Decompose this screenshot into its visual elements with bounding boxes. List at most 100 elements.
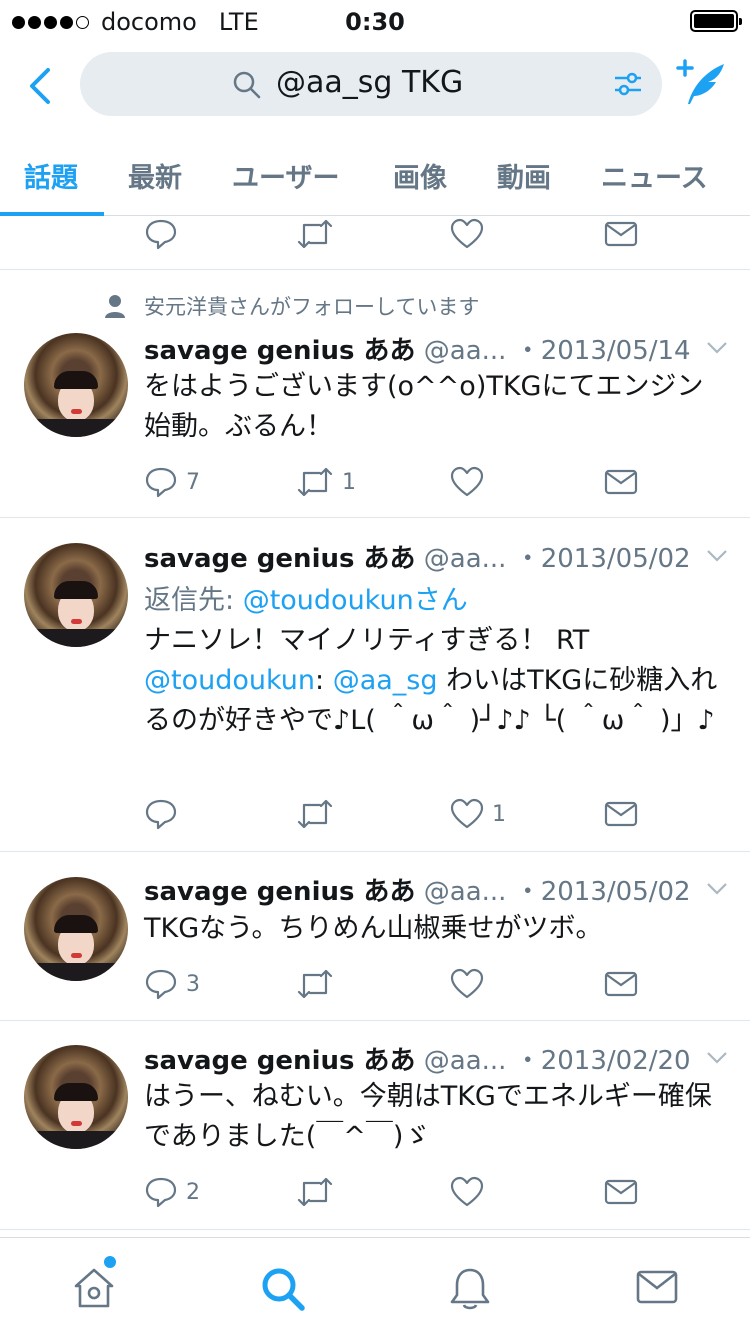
envelope-icon <box>604 1179 638 1205</box>
tab-messages[interactable] <box>636 1266 678 1312</box>
dm-button[interactable] <box>604 1175 638 1209</box>
dm-button[interactable] <box>604 967 638 1001</box>
reply-label: 返信先: <box>144 585 243 616</box>
display-name[interactable]: savage genius ああ <box>144 544 416 574</box>
avatar[interactable] <box>24 877 128 981</box>
tab-news[interactable]: ニュース <box>601 156 708 195</box>
reply-context: 返信先: @toudoukunさん <box>144 581 719 621</box>
envelope-icon <box>604 801 638 827</box>
mention-link[interactable]: @aa_sg <box>333 665 438 696</box>
heart-icon <box>450 1176 484 1207</box>
chevron-down-icon[interactable] <box>706 341 728 355</box>
display-name[interactable]: savage genius ああ <box>144 877 416 907</box>
screen-name: @aa... <box>423 544 507 574</box>
tab-latest[interactable]: 最新 <box>128 156 182 195</box>
battery-icon <box>690 10 742 32</box>
reply-icon <box>145 467 177 498</box>
avatar[interactable] <box>24 333 128 437</box>
filter-icon[interactable] <box>612 68 644 100</box>
like-count: 1 <box>492 801 506 827</box>
like-button[interactable] <box>450 217 484 251</box>
tweet-text-part: ナニソレ！マイノリティすぎる！ RT <box>144 625 590 656</box>
tweet-actions: 2 <box>144 1175 644 1215</box>
tab-home[interactable] <box>72 1266 116 1314</box>
social-context-text: 安元洋貴さんがフォローしています <box>144 295 480 319</box>
back-button[interactable] <box>22 62 62 110</box>
reply-button[interactable]: 2 <box>144 1175 200 1209</box>
display-name[interactable]: savage genius ああ <box>144 336 416 366</box>
search-tabs: 話題 最新 ユーザー 画像 動画 ニュース <box>0 140 750 216</box>
status-bar: docomo LTE 0:30 <box>0 0 750 40</box>
divider <box>0 517 750 518</box>
reply-target-link[interactable]: @toudoukunさん <box>243 585 468 616</box>
like-button[interactable]: 1 <box>450 797 506 831</box>
reply-button[interactable]: 7 <box>144 465 200 499</box>
dm-button[interactable] <box>604 797 638 831</box>
reply-icon <box>145 1177 177 1208</box>
display-name[interactable]: savage genius ああ <box>144 1046 416 1076</box>
retweet-button[interactable] <box>296 1175 342 1209</box>
reply-button[interactable] <box>144 797 186 831</box>
reply-icon <box>145 799 177 830</box>
like-button[interactable] <box>450 967 492 1001</box>
dm-button[interactable] <box>604 465 638 499</box>
avatar[interactable] <box>24 543 128 647</box>
like-button[interactable] <box>450 465 492 499</box>
reply-count: 3 <box>186 971 200 997</box>
tab-search[interactable] <box>260 1266 306 1316</box>
retweet-button[interactable] <box>296 217 334 251</box>
envelope-icon <box>636 1270 678 1304</box>
tweet-header: savage genius ああ @aa... ・2013/05/02 <box>144 538 691 575</box>
retweet-button[interactable] <box>296 967 342 1001</box>
heart-icon <box>450 798 484 829</box>
reply-icon <box>145 219 177 250</box>
retweet-icon <box>297 467 333 497</box>
tweet-text-part: : <box>315 665 333 696</box>
reply-button[interactable] <box>144 217 178 251</box>
tab-users[interactable]: ユーザー <box>232 156 339 195</box>
tweet-date: ・2013/02/20 <box>514 1046 691 1076</box>
tweet-feed[interactable]: 安元洋貴さんがフォローしています savage genius ああ @aa...… <box>0 217 750 1237</box>
new-tweets-dot <box>104 1256 116 1268</box>
tab-notifications[interactable] <box>448 1266 492 1316</box>
retweet-icon <box>297 799 333 829</box>
chevron-down-icon[interactable] <box>706 882 728 896</box>
tab-top[interactable]: 話題 <box>24 156 78 195</box>
tweet-text: はうー、ねむい。今朝はTKGでエネルギー確保でありました(￣^￣)ゞ <box>144 1081 712 1152</box>
retweet-icon <box>297 1177 333 1207</box>
tweet-header: savage genius ああ @aa... ・2013/02/20 <box>144 1040 691 1077</box>
retweet-button[interactable]: 1 <box>296 465 356 499</box>
envelope-icon <box>604 469 638 495</box>
active-tab-indicator <box>0 212 104 216</box>
retweet-icon <box>297 969 333 999</box>
avatar[interactable] <box>24 1045 128 1149</box>
like-button[interactable] <box>450 1175 492 1209</box>
search-query[interactable]: @aa_sg TKG <box>276 65 463 100</box>
mention-link[interactable]: @toudoukun <box>144 665 315 696</box>
dm-button[interactable] <box>604 217 638 251</box>
bottom-tab-bar <box>0 1237 750 1334</box>
tab-videos[interactable]: 動画 <box>497 156 551 195</box>
tweet-actions: 7 1 <box>144 465 644 505</box>
tweet-header: savage genius ああ @aa... ・2013/05/02 <box>144 871 691 908</box>
screen-name: @aa... <box>423 1046 507 1076</box>
tweet-text: をはようございます(o^^o)TKGにてエンジン始動。ぶるん！ <box>144 371 704 442</box>
divider <box>0 851 750 852</box>
tweet-text: TKGなう。ちりめん山椒乗せがツボ。 <box>144 913 603 944</box>
tweet-header: savage genius ああ @aa... ・2013/05/14 <box>144 330 691 367</box>
chevron-left-icon <box>30 68 50 104</box>
home-icon <box>74 1268 114 1308</box>
envelope-icon <box>604 971 638 997</box>
compose-button[interactable] <box>674 58 726 110</box>
search-input[interactable]: @aa_sg TKG <box>80 52 662 116</box>
social-context: 安元洋貴さんがフォローしています <box>104 291 479 321</box>
tweet-date: ・2013/05/02 <box>514 877 691 907</box>
heart-icon <box>450 218 484 249</box>
reply-button[interactable]: 3 <box>144 967 200 1001</box>
tab-images[interactable]: 画像 <box>393 156 447 195</box>
chevron-down-icon[interactable] <box>706 549 728 563</box>
chevron-down-icon[interactable] <box>706 1051 728 1065</box>
screen-name: @aa... <box>423 877 507 907</box>
retweet-button[interactable] <box>296 797 342 831</box>
search-icon <box>262 1268 305 1311</box>
